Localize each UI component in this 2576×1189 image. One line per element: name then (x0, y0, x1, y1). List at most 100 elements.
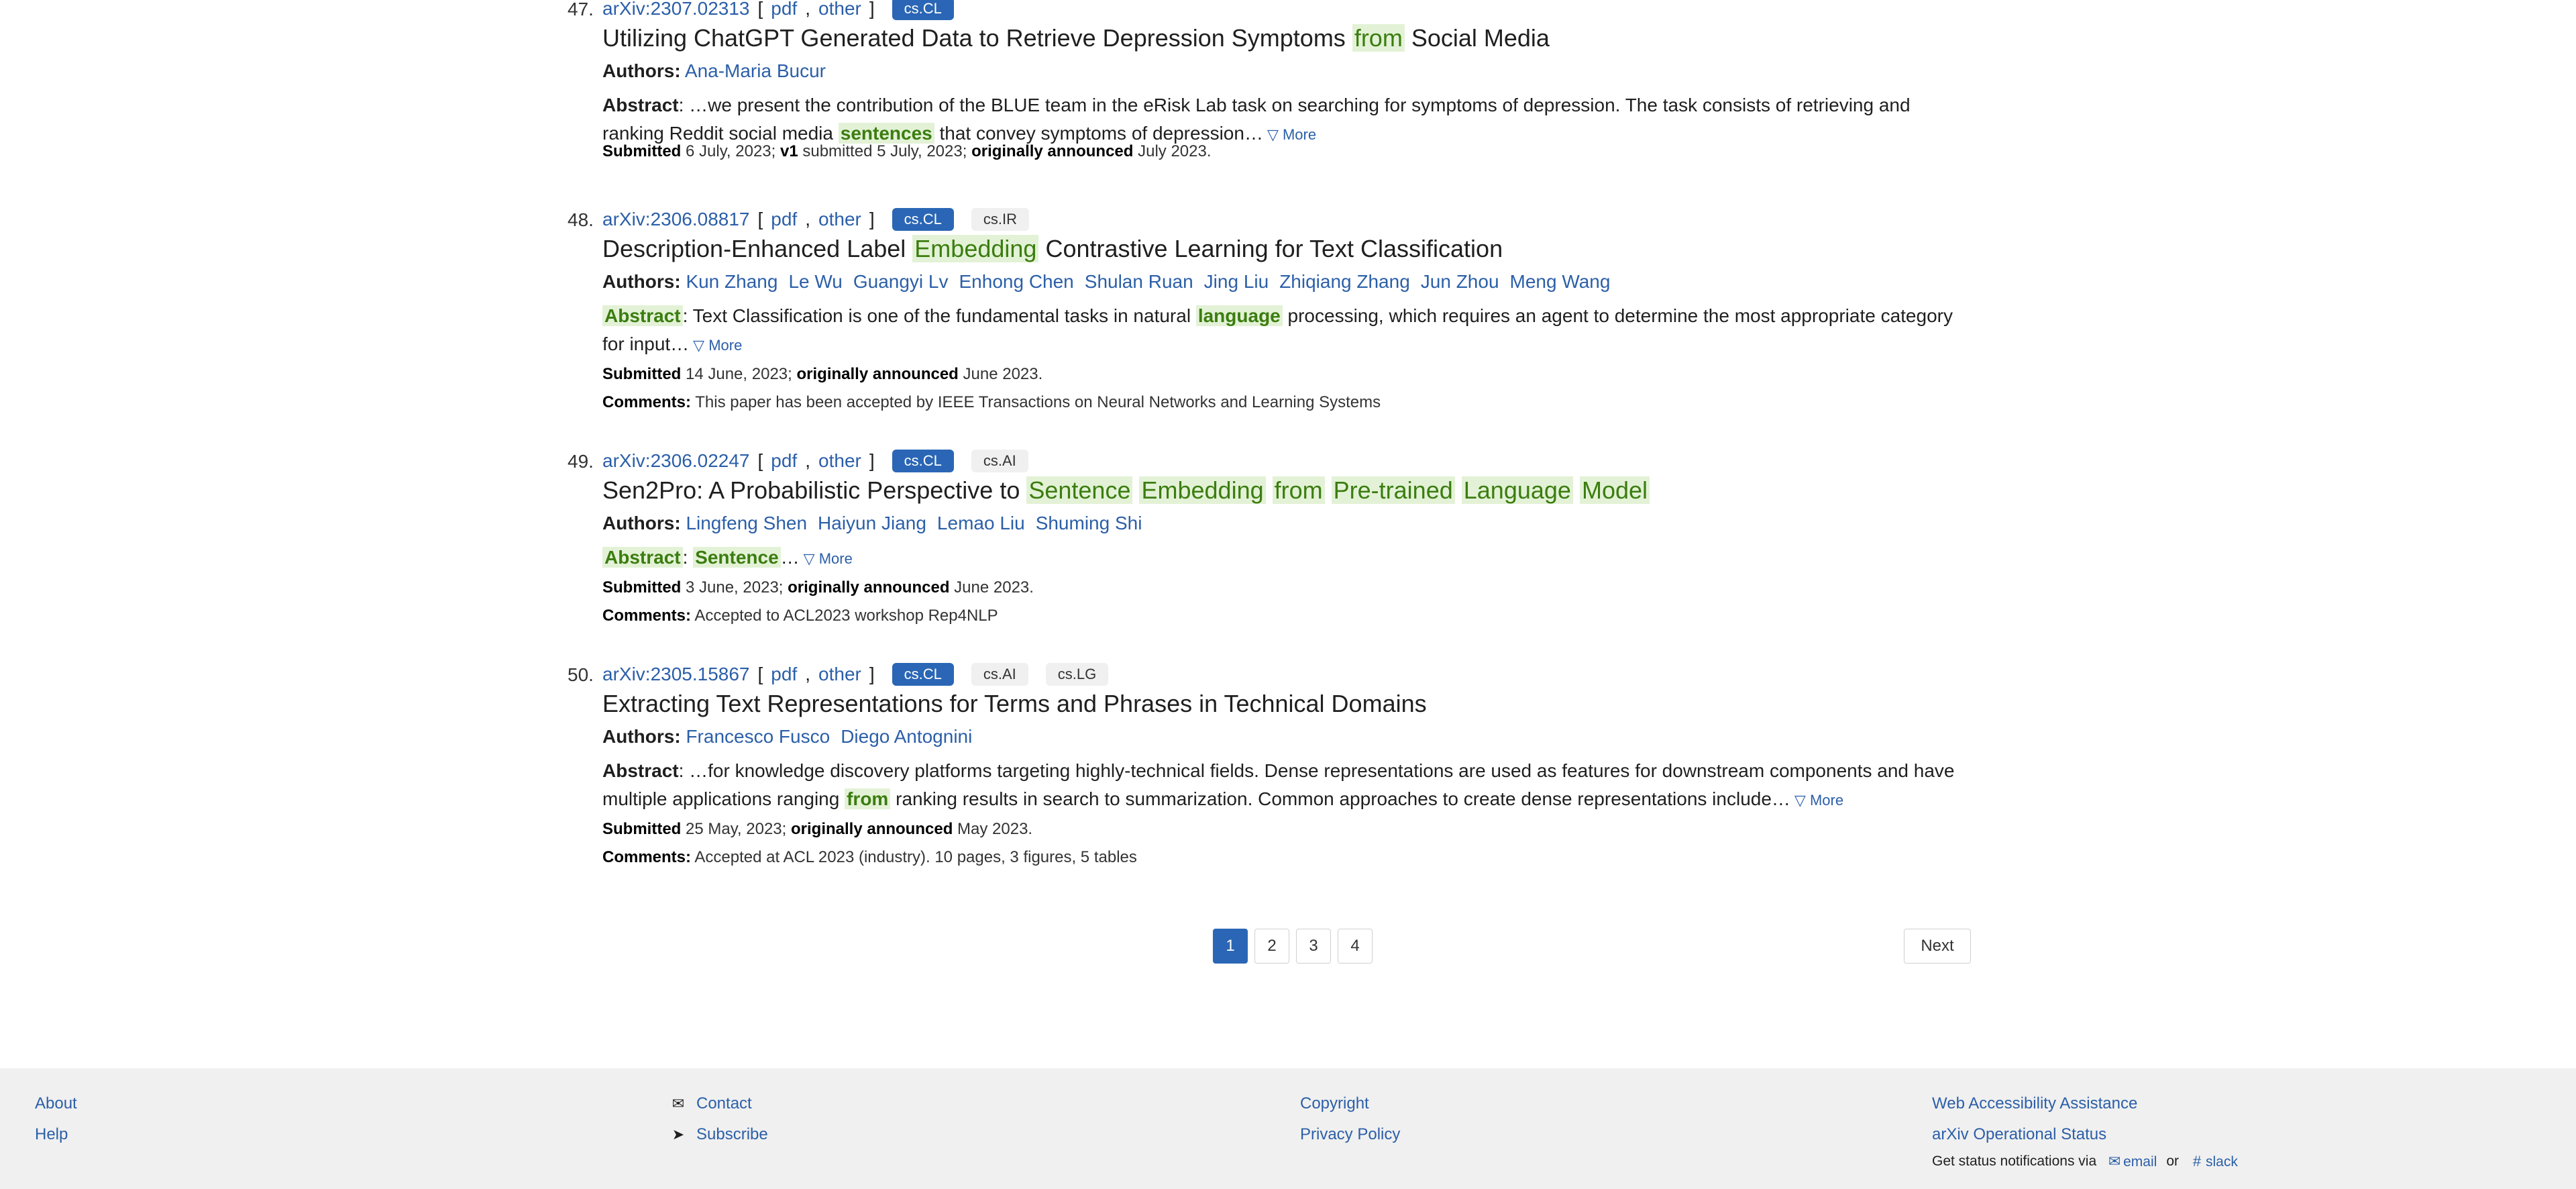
category-tag: cs.IR (971, 208, 1029, 231)
abstract-text: that convey symptoms of depression… (934, 123, 1263, 144)
title-text (1573, 476, 1580, 504)
submitted-date: 25 May, 2023; (686, 820, 787, 838)
comments-text: This paper has been accepted by IEEE Tra… (695, 393, 1381, 411)
authors-line: Authors: Ana-Maria Bucur (602, 60, 837, 82)
category-tag: cs.AI (971, 450, 1028, 472)
accessibility-link[interactable]: Web Accessibility Assistance (1932, 1094, 2137, 1113)
pdf-link[interactable]: pdf (771, 209, 797, 230)
arxiv-id-link[interactable]: arXiv:2307.02313 (602, 0, 750, 19)
author-link[interactable]: Enhong Chen (959, 271, 1074, 292)
search-term-highlight: sentences (838, 123, 934, 144)
slack-label: slack (2206, 1154, 2238, 1170)
other-formats-link[interactable]: other (818, 450, 861, 472)
title-text (1325, 476, 1332, 504)
submitted-date: 3 June, 2023; (686, 578, 784, 597)
abstract-label: Abstract (602, 547, 683, 568)
email-notify-link[interactable]: ✉ email (2106, 1153, 2157, 1170)
submitted-label: Submitted (602, 365, 682, 383)
operational-status-link[interactable]: arXiv Operational Status (1932, 1125, 2106, 1144)
pdf-link[interactable]: pdf (771, 450, 797, 472)
more-toggle[interactable]: ▽ More (693, 337, 742, 354)
category-tag: cs.CL (892, 208, 954, 231)
footer: About Help ✉ Contact ➤ Subscribe Copyright… (0, 1068, 2576, 1189)
announced-date: July 2023. (1138, 142, 1212, 160)
search-term-highlight: Pre-trained (1331, 476, 1455, 504)
comments-text: Accepted to ACL2023 workshop Rep4NLP (694, 607, 998, 625)
pdf-link[interactable]: pdf (771, 0, 797, 19)
submitted-label: Submitted (602, 578, 682, 597)
comments-label: Comments: (602, 607, 692, 625)
authors-line: Authors: Lingfeng Shen Haiyun Jiang Lemao … (602, 513, 1152, 534)
more-toggle[interactable]: ▽ More (1267, 126, 1316, 143)
author-link[interactable]: Haiyun Jiang (818, 513, 926, 533)
abstract-label: Abstract (602, 760, 679, 781)
author-link[interactable]: Guangyi Lv (853, 271, 949, 292)
authors-label: Authors: (602, 271, 681, 292)
page-3-link[interactable]: 3 (1296, 929, 1331, 964)
more-toggle[interactable]: ▽ More (804, 550, 853, 567)
category-tag: cs.CL (892, 663, 954, 686)
contact-link[interactable]: Contact (696, 1094, 752, 1113)
about-link[interactable]: About (35, 1094, 77, 1113)
title-text: Utilizing ChatGPT Generated Data to Retr… (602, 24, 1352, 52)
comments: Comments: This paper has been accepted b… (602, 393, 1381, 412)
other-formats-link[interactable]: other (818, 0, 861, 19)
paper-plane-icon: ➤ (672, 1126, 685, 1143)
author-link[interactable]: Kun Zhang (686, 271, 777, 292)
submitted-date: 6 July, 2023; (686, 142, 776, 160)
result-number: 47. (568, 0, 594, 19)
author-link[interactable]: Jing Liu (1204, 271, 1269, 292)
subscribe-link[interactable]: Subscribe (696, 1125, 768, 1144)
author-link[interactable]: Diego Antognini (841, 726, 972, 747)
next-page-button[interactable]: Next (1904, 929, 1971, 964)
author-link[interactable]: Lemao Liu (937, 513, 1025, 533)
more-toggle[interactable]: ▽ More (1794, 792, 1843, 809)
abstract-text: ranking results in search to summarizati… (890, 788, 1790, 809)
privacy-policy-link[interactable]: Privacy Policy (1300, 1125, 1400, 1144)
slack-notify-link[interactable]: # slack (2188, 1153, 2238, 1170)
result-title: Description-Enhanced Label Embedding Con… (602, 235, 1503, 263)
arxiv-id-link[interactable]: arXiv:2305.15867 (602, 664, 750, 685)
or-text: or (2166, 1153, 2179, 1169)
other-formats-link[interactable]: other (818, 209, 861, 230)
page-2-link[interactable]: 2 (1254, 929, 1289, 964)
author-link[interactable]: Ana-Maria Bucur (685, 60, 826, 81)
announced-label: originally announced (971, 142, 1134, 160)
announced-date: May 2023. (957, 820, 1033, 838)
author-link[interactable]: Zhiqiang Zhang (1279, 271, 1410, 292)
email-label: email (2123, 1154, 2157, 1170)
title-text (1455, 476, 1462, 504)
author-link[interactable]: Meng Wang (1510, 271, 1611, 292)
arxiv-id-link[interactable]: arXiv:2306.08817 (602, 209, 750, 230)
copyright-link[interactable]: Copyright (1300, 1094, 1369, 1113)
author-link[interactable]: Shuming Shi (1036, 513, 1142, 533)
help-link[interactable]: Help (35, 1125, 68, 1144)
author-link[interactable]: Shulan Ruan (1085, 271, 1193, 292)
pdf-link[interactable]: pdf (771, 664, 797, 685)
author-link[interactable]: Jun Zhou (1421, 271, 1499, 292)
arxiv-id-link[interactable]: arXiv:2306.02247 (602, 450, 750, 472)
search-term-highlight: Language (1461, 476, 1573, 504)
page-1-link[interactable]: 1 (1213, 929, 1248, 964)
page-4-link[interactable]: 4 (1338, 929, 1373, 964)
title-text: Extracting Text Representations for Term… (602, 690, 1427, 717)
author-link[interactable]: Le Wu (788, 271, 842, 292)
author-link[interactable]: Francesco Fusco (686, 726, 830, 747)
envelope-icon: ✉ (672, 1095, 685, 1112)
search-term-highlight: from (1352, 24, 1405, 52)
search-term-highlight: Sentence (693, 547, 781, 568)
title-text: Social Media (1404, 24, 1550, 52)
search-term-highlight: Embedding (912, 235, 1039, 262)
submission-info: Submitted 25 May, 2023; originally annou… (602, 820, 1032, 839)
footer-col-3: Copyright Privacy Policy (1300, 1088, 1400, 1150)
comments-label: Comments: (602, 393, 692, 411)
submission-info: Submitted 6 July, 2023; v1 submitted 5 J… (602, 142, 1212, 161)
pagination: 1234 (1213, 929, 1373, 964)
abstract-label: Abstract (602, 305, 683, 326)
author-link[interactable]: Lingfeng Shen (686, 513, 807, 533)
other-formats-link[interactable]: other (818, 664, 861, 685)
result-id-line: arXiv:2306.08817[pdf, other] cs.CL cs.IR (602, 208, 1029, 231)
authors-line: Authors: Kun Zhang Le Wu Guangyi Lv Enhong … (602, 271, 1621, 293)
comments: Comments: Accepted to ACL2023 workshop R… (602, 607, 998, 625)
result-id-line: arXiv:2305.15867[pdf, other] cs.CL cs.AI cs.… (602, 663, 1109, 686)
